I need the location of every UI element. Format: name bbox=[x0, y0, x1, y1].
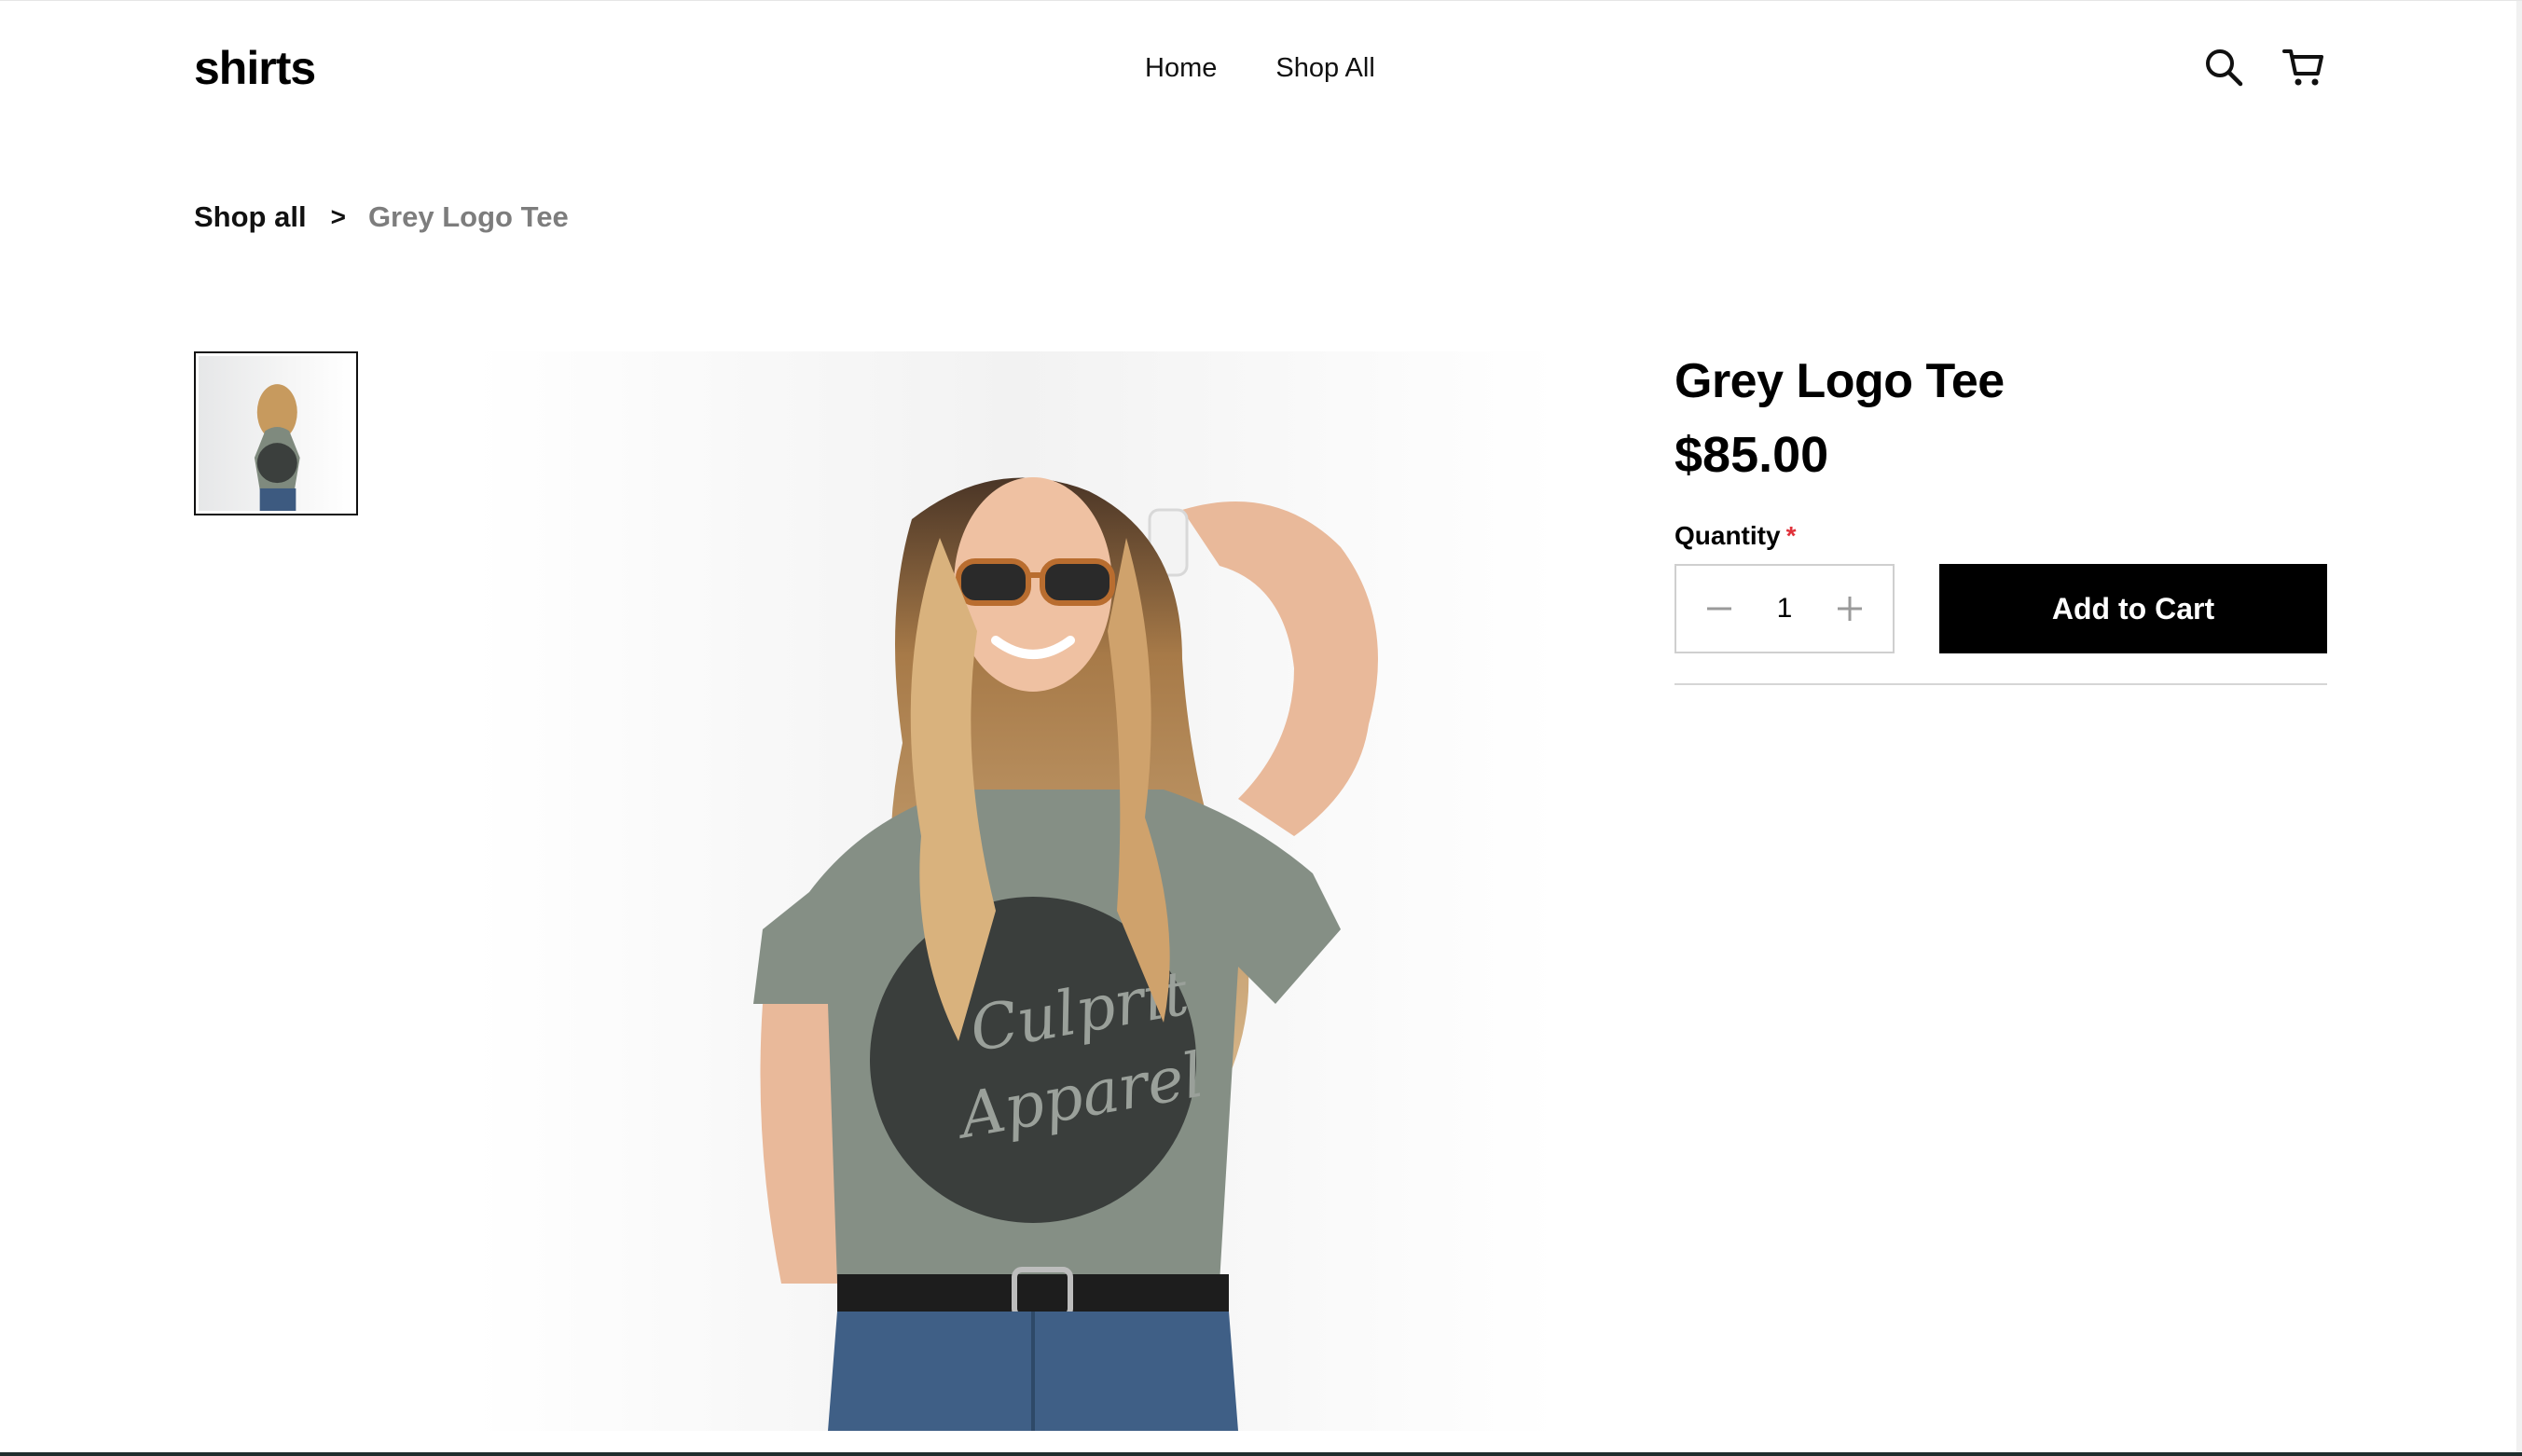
cart-icon[interactable] bbox=[2282, 44, 2325, 90]
quantity-input[interactable] bbox=[1766, 592, 1803, 625]
breadcrumb: Shop all > Grey Logo Tee bbox=[194, 199, 569, 236]
product-main-image: Culprit Apparel bbox=[474, 351, 1557, 1431]
decrement-button[interactable] bbox=[1702, 592, 1736, 625]
breadcrumb-current: Grey Logo Tee bbox=[367, 200, 569, 233]
quantity-label-text: Quantity bbox=[1674, 521, 1781, 550]
thumbnail-image bbox=[199, 356, 353, 511]
header-actions bbox=[2202, 44, 2325, 90]
divider bbox=[1674, 683, 2327, 685]
main-nav: Home Shop All bbox=[1145, 49, 1375, 87]
breadcrumb-shop-all-link[interactable]: Shop all bbox=[194, 199, 307, 236]
plus-icon bbox=[1838, 597, 1862, 621]
add-to-cart-button[interactable]: Add to Cart bbox=[1939, 564, 2327, 653]
nav-home-link[interactable]: Home bbox=[1145, 49, 1217, 87]
product-thumbnail[interactable] bbox=[194, 351, 358, 515]
required-marker: * bbox=[1785, 521, 1797, 550]
quantity-stepper bbox=[1674, 564, 1895, 653]
search-icon[interactable] bbox=[2202, 44, 2245, 90]
minus-icon bbox=[1707, 607, 1731, 611]
increment-button[interactable] bbox=[1833, 592, 1867, 625]
product-price: $85.00 bbox=[1674, 427, 1829, 483]
quantity-label: Quantity * bbox=[1674, 519, 1796, 553]
store-logo[interactable]: shirts bbox=[194, 40, 316, 96]
page-scrollbar[interactable] bbox=[2516, 1, 2522, 1456]
nav-shop-all-link[interactable]: Shop All bbox=[1275, 49, 1374, 87]
product-title: Grey Logo Tee bbox=[1674, 354, 2005, 408]
product-page: shirts Home Shop All Shop all > Grey Log… bbox=[0, 0, 2522, 1456]
breadcrumb-separator: > bbox=[330, 202, 346, 231]
bottom-strip bbox=[0, 1452, 2522, 1456]
